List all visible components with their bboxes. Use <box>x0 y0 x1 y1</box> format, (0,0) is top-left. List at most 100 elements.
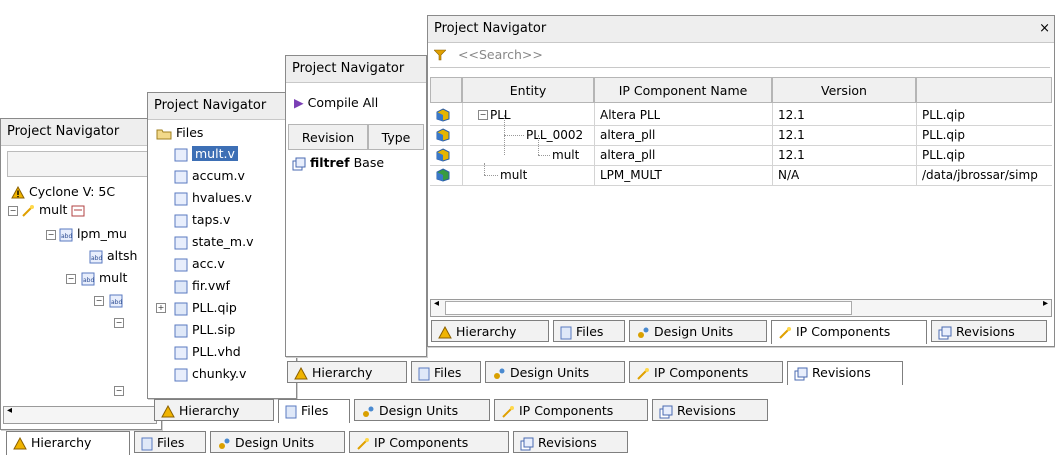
search-input[interactable]: <<Search>> <box>458 47 543 62</box>
tab-files[interactable]: Files <box>411 361 481 383</box>
verilog-file-icon <box>174 236 188 249</box>
horizontal-scrollbar[interactable]: ◂ <box>3 405 157 424</box>
column-type[interactable]: Type <box>368 124 424 150</box>
version-cell: 12.1 <box>778 108 805 122</box>
column-entity[interactable]: Entity <box>462 77 594 103</box>
panel1-tabbar: Hierarchy Files Design Units IP Componen… <box>0 431 660 455</box>
collapse-toggle[interactable]: − <box>46 230 56 240</box>
verilog-file-icon <box>174 148 188 161</box>
scroll-thumb[interactable] <box>445 301 852 315</box>
file-item[interactable]: acc.v <box>174 254 225 274</box>
table-row[interactable]: mult altera_pll 12.1 PLL.qip <box>428 145 1054 165</box>
revision-name: filtref <box>309 155 350 170</box>
design-units-icon <box>638 327 649 338</box>
tree-item-nested[interactable]: abd <box>109 290 123 310</box>
ip-name-cell: altera_pll <box>600 128 656 142</box>
filter-icon <box>434 49 446 61</box>
file-item[interactable]: PLL.sip <box>174 320 235 340</box>
file-item[interactable]: state_m.v <box>174 232 253 252</box>
tab-files[interactable]: Files <box>134 431 206 453</box>
tab-revisions[interactable]: Revisions <box>931 320 1047 342</box>
table-row[interactable]: mult LPM_MULT N/A /data/jbrossar/simp <box>428 165 1054 185</box>
tree-item-mult[interactable]: mult <box>21 200 85 220</box>
search-bar[interactable]: <<Search>> <box>430 45 1050 68</box>
collapse-toggle[interactable]: − <box>94 296 104 306</box>
tab-design-units[interactable]: Design Units <box>354 399 490 421</box>
collapse-toggle[interactable]: − <box>66 274 76 284</box>
tree-item-label: altsh <box>106 248 138 263</box>
tab-revisions[interactable]: Revisions <box>787 361 903 385</box>
horizontal-scrollbar[interactable]: ◂ ▸ <box>430 298 1052 317</box>
panel-title: Project Navigator <box>148 93 296 120</box>
column-ip-component-name[interactable]: IP Component Name <box>594 77 772 103</box>
column-file[interactable] <box>916 77 1052 103</box>
tab-ip-components[interactable]: IP Components <box>349 431 509 453</box>
revisions-icon <box>659 405 673 418</box>
tree-item-label: lpm_mu <box>76 226 127 241</box>
tab-hierarchy[interactable]: Hierarchy <box>6 431 130 455</box>
tab-design-units[interactable]: Design Units <box>210 431 345 453</box>
expand-toggle[interactable]: + <box>156 303 166 313</box>
megafunction-icon <box>436 168 450 182</box>
hierarchy-header <box>7 151 159 177</box>
tree-item-label: mult <box>98 270 128 285</box>
tab-ip-components[interactable]: IP Components <box>771 320 927 344</box>
svg-text:abd: abd <box>61 233 72 240</box>
ip-components-view: <<Search>> Entity IP Component Name Vers… <box>428 43 1054 343</box>
tree-item-altsh[interactable]: abd altsh <box>89 246 137 266</box>
tab-ip-components[interactable]: IP Components <box>629 361 783 383</box>
warning-icon <box>161 405 175 418</box>
file-cell: PLL.qip <box>922 108 965 122</box>
tree-item-lpm-mult[interactable]: abd lpm_mu <box>59 224 127 244</box>
file-item-label: PLL.qip <box>192 300 237 315</box>
tab-hierarchy[interactable]: Hierarchy <box>431 320 549 342</box>
tab-hierarchy[interactable]: Hierarchy <box>287 361 407 383</box>
files-root[interactable]: Files <box>156 123 203 143</box>
file-item[interactable]: mult.v <box>174 144 238 164</box>
scroll-right-icon[interactable]: ▸ <box>1043 298 1048 309</box>
file-item[interactable]: accum.v <box>174 166 245 186</box>
collapse-toggle[interactable]: − <box>478 110 488 120</box>
tab-hierarchy[interactable]: Hierarchy <box>154 399 274 421</box>
file-cell: PLL.qip <box>922 148 965 162</box>
file-item-label: taps.v <box>192 212 231 227</box>
tab-revisions[interactable]: Revisions <box>513 431 628 453</box>
file-item[interactable]: PLL.qip + <box>156 298 237 318</box>
close-icon[interactable]: × <box>1039 21 1050 36</box>
hierarchy-view: Cyclone V: 5C − mult − abd lpm_mu abd al… <box>1 146 161 406</box>
device-row[interactable]: Cyclone V: 5C <box>11 182 115 202</box>
revision-row[interactable]: filtref Base <box>292 153 384 173</box>
svg-text:abd: abd <box>83 277 94 284</box>
scroll-left-icon[interactable]: ◂ <box>434 298 439 309</box>
tree-item-mult2[interactable]: abd mult <box>81 268 127 288</box>
file-item[interactable]: PLL.vhd <box>174 342 241 362</box>
tab-files[interactable]: Files <box>553 320 625 342</box>
file-item-label: acc.v <box>192 256 225 271</box>
file-item[interactable]: fir.vwf <box>174 276 230 296</box>
collapse-toggle[interactable]: − <box>8 206 18 216</box>
tab-files[interactable]: Files <box>278 399 350 423</box>
file-cell: PLL.qip <box>922 128 965 142</box>
verilog-file-icon <box>174 192 188 205</box>
tab-revisions[interactable]: Revisions <box>652 399 768 421</box>
file-item-label: fir.vwf <box>192 278 230 293</box>
tab-design-units[interactable]: Design Units <box>629 320 767 342</box>
table-row[interactable]: − PLL Altera PLL 12.1 PLL.qip <box>428 105 1054 125</box>
revisions-icon <box>938 326 952 339</box>
tab-ip-components[interactable]: IP Components <box>494 399 648 421</box>
file-item-label: mult.v <box>192 146 238 161</box>
file-item[interactable]: chunky.v <box>174 364 246 384</box>
panel-title: Project Navigator <box>286 56 426 83</box>
file-item[interactable]: hvalues.v <box>174 188 252 208</box>
entity-cell: PLL <box>490 108 511 122</box>
entity-cell: mult <box>500 168 528 182</box>
collapse-toggle[interactable]: − <box>114 386 124 396</box>
compile-all-button[interactable]: ▶ Compile All <box>294 93 378 113</box>
tab-design-units[interactable]: Design Units <box>485 361 625 383</box>
file-item[interactable]: taps.v <box>174 210 230 230</box>
column-version[interactable]: Version <box>772 77 916 103</box>
verilog-file-icon: abd <box>81 272 95 285</box>
collapse-toggle[interactable]: − <box>114 318 124 328</box>
column-revision[interactable]: Revision <box>288 124 368 150</box>
column-icon <box>430 77 462 103</box>
